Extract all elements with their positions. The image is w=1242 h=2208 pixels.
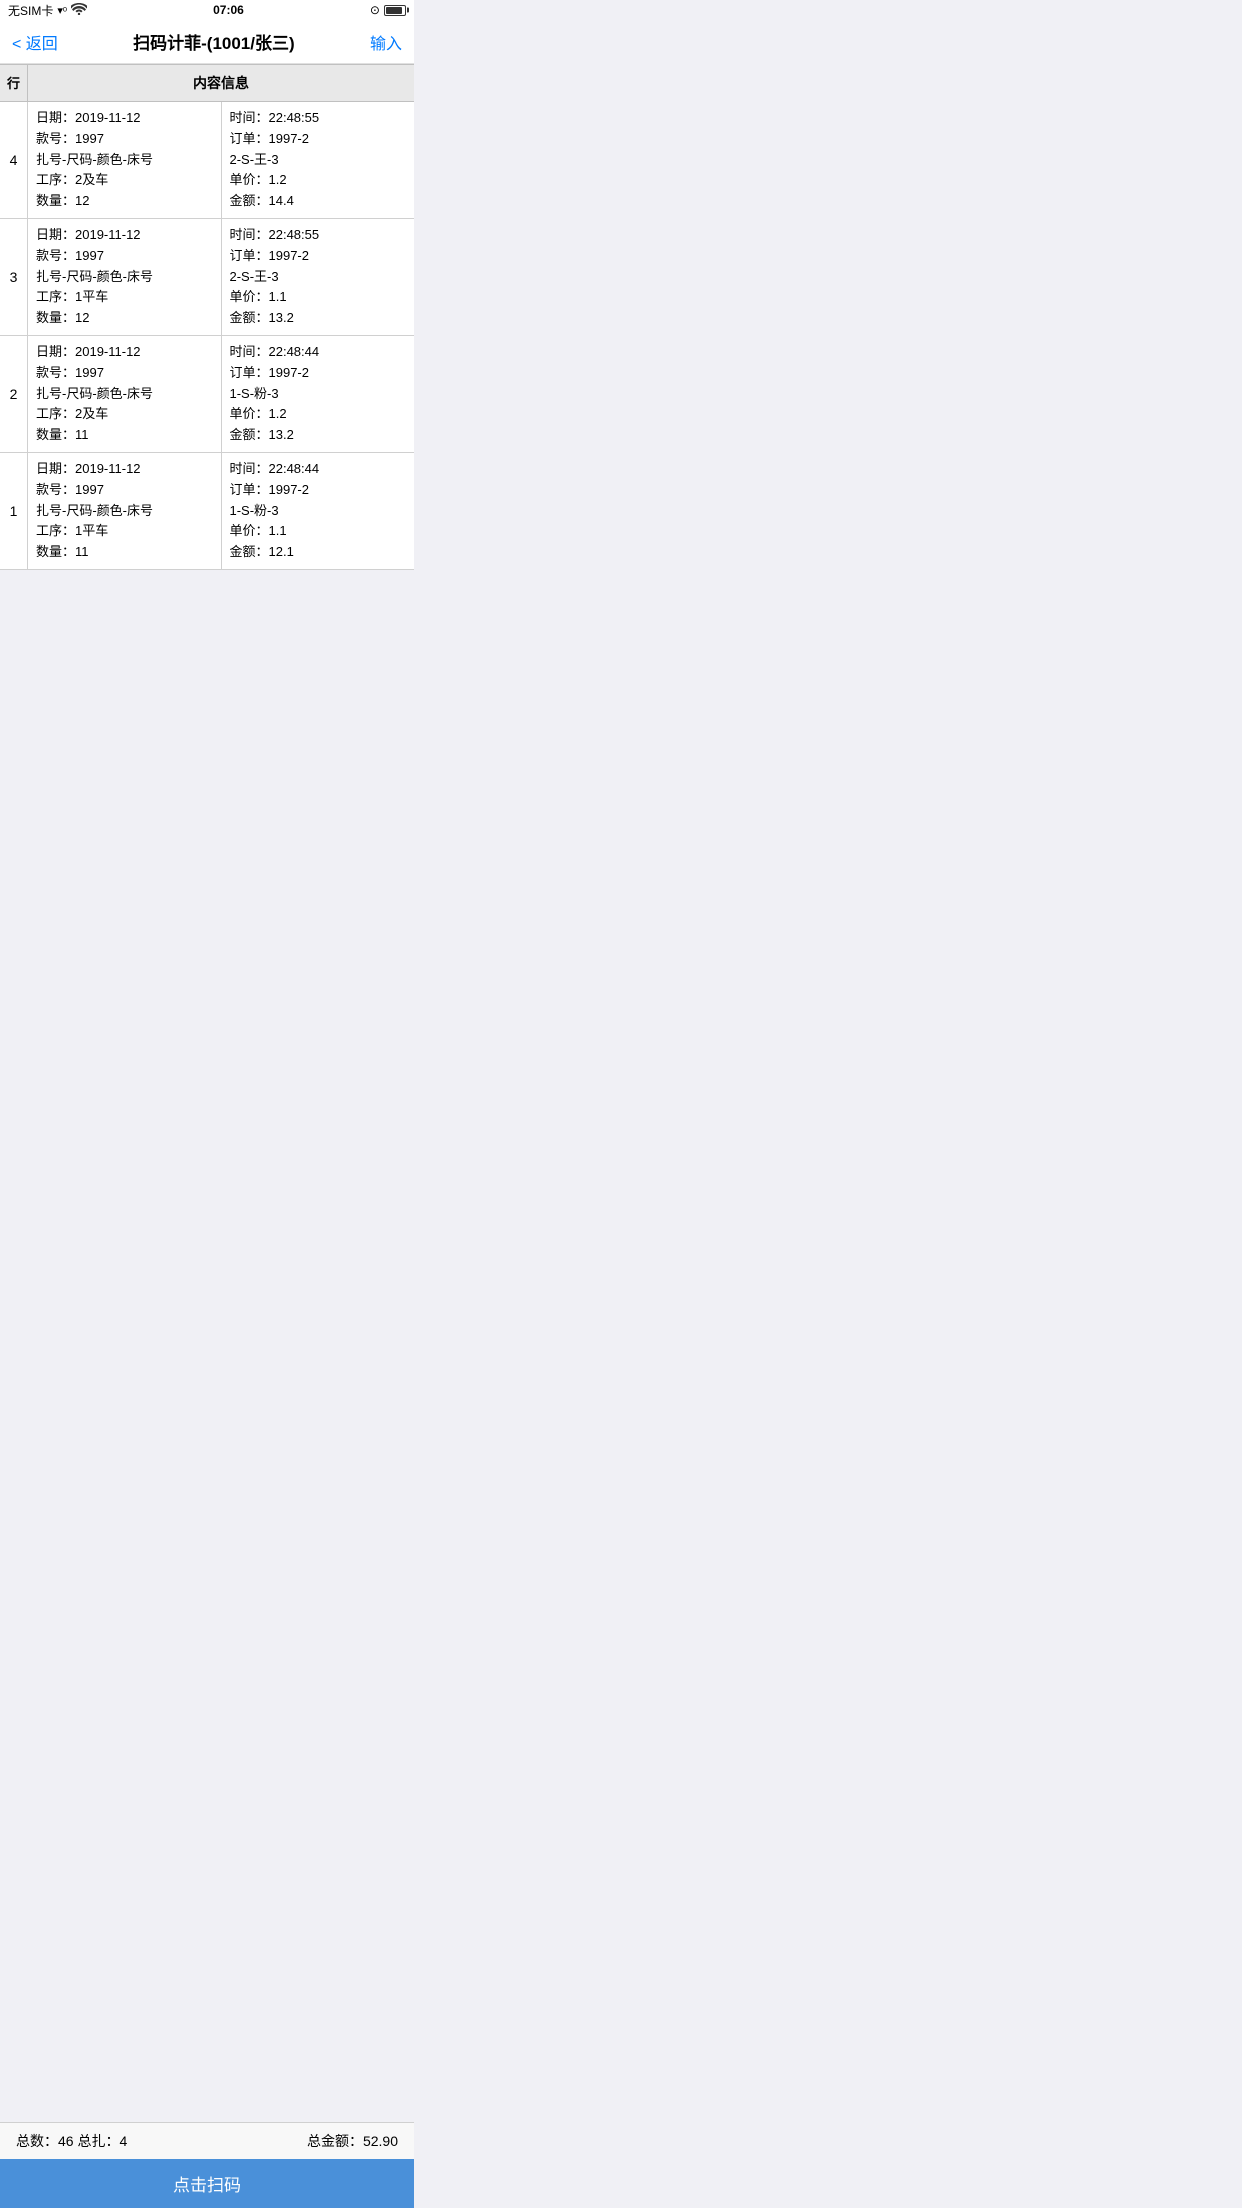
footer-bar: 总数：46 总扎：4 总金额：52.90 点击扫码 (0, 2122, 414, 2208)
empty-area (0, 570, 414, 790)
status-time: 07:06 (213, 3, 244, 17)
nav-bar: < 返回 扫码计菲-(1001/张三) 输入 (0, 20, 414, 64)
cell-right: 时间：22:48:44订单：1997-21-S-粉-3单价：1.2金额：13.2 (222, 336, 415, 452)
row-number: 1 (0, 453, 28, 569)
wifi-bars (71, 3, 87, 18)
wifi-icon: ▾ᵒ (57, 4, 67, 17)
table-row: 1日期：2019-11-12款号：1997扎号-尺码-颜色-床号工序：1平车数量… (0, 453, 414, 570)
row-number: 3 (0, 219, 28, 335)
table-header: 行 内容信息 (0, 64, 414, 102)
stats-right: 总金额：52.90 (307, 2131, 398, 2151)
cell-right: 时间：22:48:55订单：1997-22-S-王-3单价：1.2金额：14.4 (222, 102, 415, 218)
cell-left: 日期：2019-11-12款号：1997扎号-尺码-颜色-床号工序：2及车数量：… (28, 336, 222, 452)
carrier-text: 无SIM卡 (8, 2, 53, 19)
cell-left: 日期：2019-11-12款号：1997扎号-尺码-颜色-床号工序：1平车数量：… (28, 219, 222, 335)
header-content-col: 内容信息 (28, 65, 414, 101)
battery-icon (384, 5, 406, 16)
stats-left: 总数：46 总扎：4 (16, 2131, 127, 2151)
table-body: 4日期：2019-11-12款号：1997扎号-尺码-颜色-床号工序：2及车数量… (0, 102, 414, 570)
status-right: ⊙ (370, 3, 406, 17)
row-content: 日期：2019-11-12款号：1997扎号-尺码-颜色-床号工序：2及车数量：… (28, 336, 414, 452)
row-content: 日期：2019-11-12款号：1997扎号-尺码-颜色-床号工序：2及车数量：… (28, 102, 414, 218)
cell-left: 日期：2019-11-12款号：1997扎号-尺码-颜色-床号工序：1平车数量：… (28, 453, 222, 569)
row-number: 4 (0, 102, 28, 218)
data-table: 行 内容信息 4日期：2019-11-12款号：1997扎号-尺码-颜色-床号工… (0, 64, 414, 570)
header-row-col: 行 (0, 65, 28, 101)
row-content: 日期：2019-11-12款号：1997扎号-尺码-颜色-床号工序：1平车数量：… (28, 453, 414, 569)
back-button[interactable]: < 返回 (12, 30, 58, 54)
row-number: 2 (0, 336, 28, 452)
cell-right: 时间：22:48:55订单：1997-22-S-王-3单价：1.1金额：13.2 (222, 219, 415, 335)
table-row: 3日期：2019-11-12款号：1997扎号-尺码-颜色-床号工序：1平车数量… (0, 219, 414, 336)
cell-right: 时间：22:48:44订单：1997-21-S-粉-3单价：1.1金额：12.1 (222, 453, 415, 569)
table-row: 4日期：2019-11-12款号：1997扎号-尺码-颜色-床号工序：2及车数量… (0, 102, 414, 219)
row-content: 日期：2019-11-12款号：1997扎号-尺码-颜色-床号工序：1平车数量：… (28, 219, 414, 335)
input-button[interactable]: 输入 (370, 30, 402, 54)
cell-left: 日期：2019-11-12款号：1997扎号-尺码-颜色-床号工序：2及车数量：… (28, 102, 222, 218)
lock-icon: ⊙ (370, 3, 380, 17)
footer-stats: 总数：46 总扎：4 总金额：52.90 (0, 2123, 414, 2159)
scan-button[interactable]: 点击扫码 (0, 2159, 414, 2208)
table-row: 2日期：2019-11-12款号：1997扎号-尺码-颜色-床号工序：2及车数量… (0, 336, 414, 453)
status-bar: 无SIM卡 ▾ᵒ 07:06 ⊙ (0, 0, 414, 20)
status-left: 无SIM卡 ▾ᵒ (8, 2, 87, 19)
page-title: 扫码计菲-(1001/张三) (133, 29, 295, 54)
